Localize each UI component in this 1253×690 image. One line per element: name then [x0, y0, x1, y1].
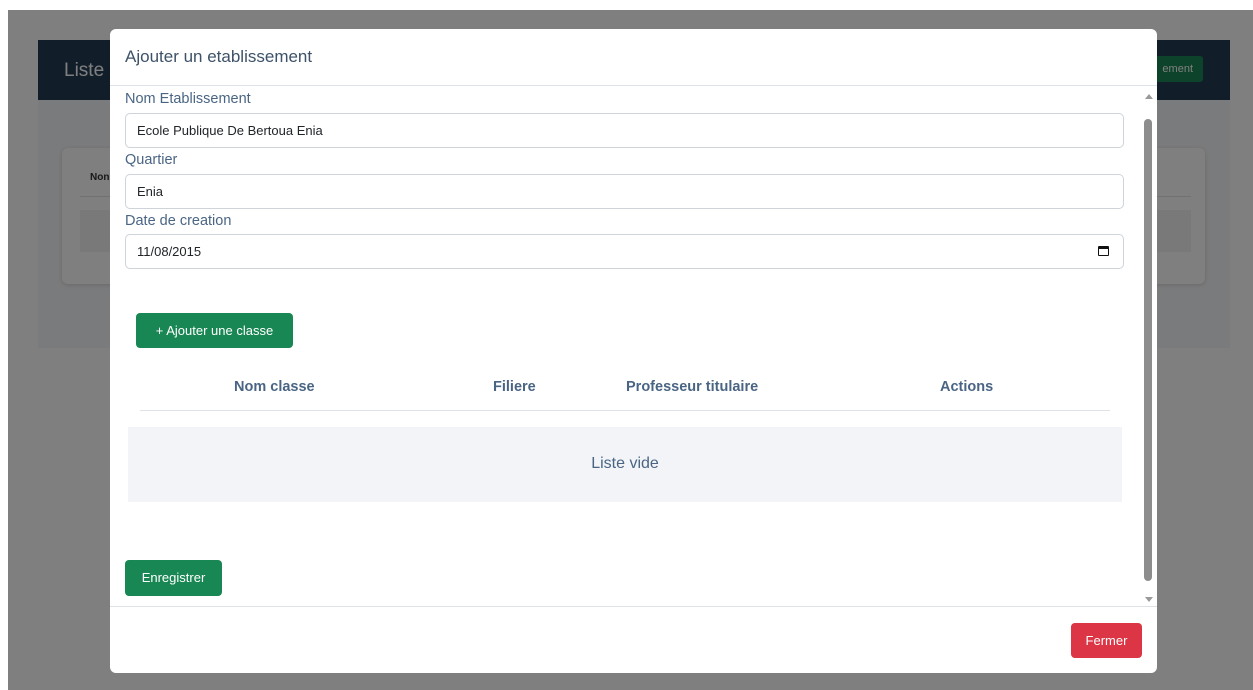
save-button[interactable]: Enregistrer	[125, 560, 222, 596]
date-creation-input[interactable]: 11/08/2015	[125, 234, 1124, 269]
modal-scrollbar[interactable]	[1141, 86, 1155, 606]
calendar-icon[interactable]	[1098, 246, 1109, 256]
modal-body: Nom Etablissement Ecole Publique De Bert…	[110, 86, 1157, 606]
top-strip	[0, 0, 1253, 10]
modal-title: Ajouter un etablissement	[125, 47, 313, 66]
close-button[interactable]: Fermer	[1071, 623, 1142, 658]
add-establishment-modal: Ajouter un etablissement Nom Etablisseme…	[110, 29, 1157, 673]
table-header-divider	[140, 410, 1110, 411]
empty-table-row: Liste vide	[128, 427, 1122, 502]
nom-etablissement-input[interactable]: Ecole Publique De Bertoua Enia	[125, 113, 1124, 148]
scroll-down-icon[interactable]	[1145, 597, 1153, 602]
column-nom-classe: Nom classe	[234, 379, 315, 395]
quartier-label: Quartier	[125, 152, 178, 168]
modal-footer: Fermer	[110, 606, 1157, 673]
date-creation-label: Date de creation	[125, 213, 232, 229]
column-filiere: Filiere	[493, 379, 536, 395]
scrollbar-thumb[interactable]	[1144, 119, 1152, 581]
date-creation-value: 11/08/2015	[137, 244, 202, 259]
nom-etablissement-label: Nom Etablissement	[125, 91, 251, 107]
column-actions: Actions	[940, 379, 994, 395]
empty-list-text: Liste vide	[591, 455, 659, 472]
column-professeur-titulaire: Professeur titulaire	[626, 379, 759, 395]
add-class-button[interactable]: + Ajouter une classe	[136, 313, 293, 348]
modal-header: Ajouter un etablissement	[110, 29, 1157, 86]
quartier-input[interactable]: Enia	[125, 174, 1124, 209]
scroll-up-icon[interactable]	[1145, 94, 1153, 99]
